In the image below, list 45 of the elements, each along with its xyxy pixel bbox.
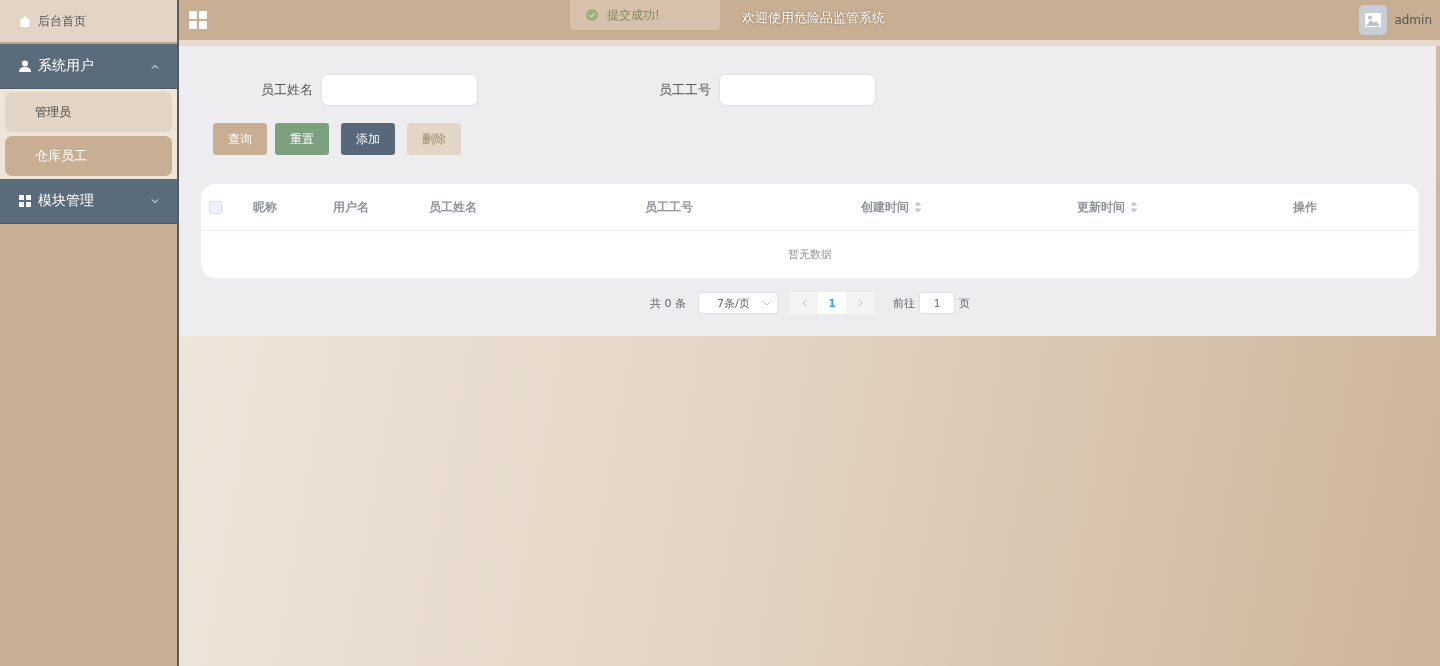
column-header[interactable]: 员工工号 (645, 198, 693, 216)
menu-item[interactable]: 后台首页 (0, 0, 177, 44)
field-label: 员工工号 (658, 81, 712, 99)
page-number[interactable]: 1 (818, 292, 846, 314)
page-size-select[interactable]: 7条/页 (698, 292, 778, 314)
sort-icon (1130, 201, 1138, 213)
column-header[interactable]: 用户名 (333, 198, 369, 216)
header-title: 欢迎使用危险品监管系统 (741, 9, 885, 27)
menu-group[interactable]: 模块管理 (0, 179, 177, 224)
reset-button[interactable]: 重置 (275, 123, 329, 155)
column-header[interactable]: 员工姓名 (429, 198, 477, 216)
chevron-up-icon (151, 63, 159, 69)
user-icon (19, 60, 31, 72)
image-icon (1365, 13, 1382, 27)
submenu-item[interactable]: 仓库员工 (5, 136, 172, 176)
grid-icon (19, 195, 31, 207)
column-header[interactable]: 昵称 (253, 198, 277, 216)
checkbox[interactable] (209, 200, 222, 214)
input-field[interactable] (719, 74, 876, 106)
next-page-button[interactable] (846, 292, 874, 314)
column-header[interactable]: 更新时间 (1077, 198, 1138, 216)
home-icon (19, 15, 31, 27)
field-label: 员工姓名 (260, 81, 314, 99)
chevron-down-icon (151, 198, 159, 204)
page-suffix: 页 (959, 295, 970, 311)
search-button[interactable]: 查询 (213, 123, 267, 155)
grid-menu-icon (189, 11, 207, 29)
add-button[interactable]: 添加 (341, 123, 395, 155)
goto-label: 前往 (893, 295, 915, 311)
chevron-right-icon (857, 299, 863, 307)
toast-text: 提交成功! (607, 6, 660, 24)
submenu-item[interactable]: 管理员 (5, 92, 172, 132)
menu-group[interactable]: 系统用户 (0, 44, 177, 89)
column-header[interactable]: 操作 (1293, 198, 1317, 216)
column-header[interactable]: 创建时间 (861, 198, 922, 216)
empty-text: 暂无数据 (787, 247, 833, 263)
input-field[interactable] (321, 74, 478, 106)
chevron-down-icon (763, 300, 771, 306)
check-circle-icon (586, 9, 598, 21)
total-count: 共 0 条 (650, 295, 686, 311)
sort-icon (914, 201, 922, 213)
previous-page-button[interactable] (790, 292, 818, 314)
page-input[interactable]: 1 (919, 292, 955, 314)
chevron-left-icon (801, 299, 807, 307)
user-name[interactable]: admin (1394, 13, 1432, 27)
